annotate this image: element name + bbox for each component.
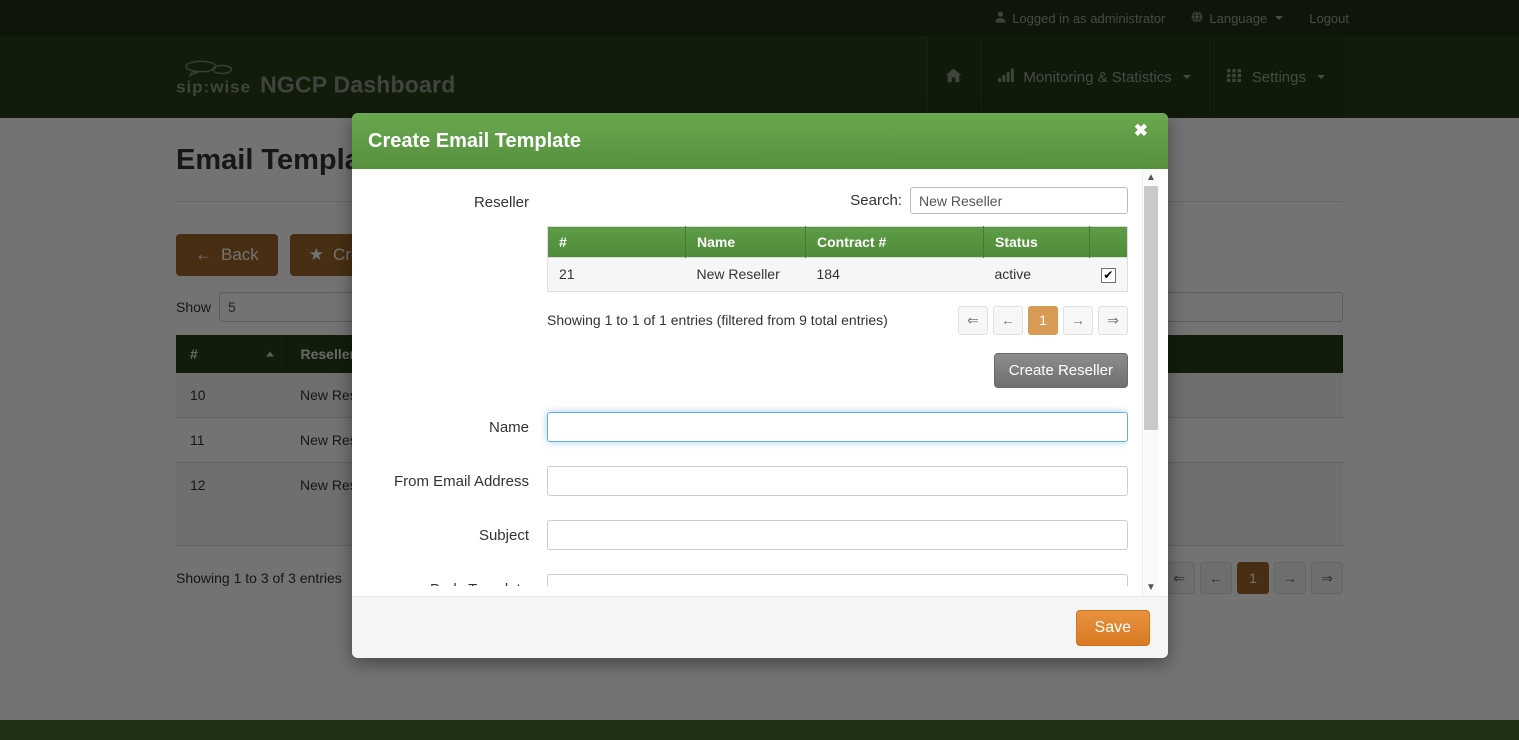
reseller-cell-name: New Reseller <box>686 258 806 292</box>
modal-body: Reseller Search: # Name Contract <box>352 169 1168 596</box>
scroll-down-icon[interactable]: ▼ <box>1143 579 1159 596</box>
subject-field-wrap <box>547 520 1128 550</box>
reseller-column-contract[interactable]: Contract # <box>806 227 984 258</box>
reseller-pagination-next[interactable]: → <box>1063 306 1093 335</box>
body-template-textarea[interactable] <box>547 574 1128 587</box>
reseller-column-name[interactable]: Name <box>686 227 806 258</box>
reseller-label: Reseller <box>352 187 547 211</box>
body-template-field-row: Body Template <box>352 574 1128 587</box>
modal-scroll-viewport: Reseller Search: # Name Contract <box>352 187 1128 586</box>
modal-header: Create Email Template ✖ <box>352 113 1168 169</box>
reseller-column-select <box>1090 227 1128 258</box>
subject-label: Subject <box>352 520 547 544</box>
scroll-up-icon[interactable]: ▲ <box>1143 169 1159 186</box>
reseller-search-input[interactable] <box>910 187 1128 214</box>
reseller-cell-select: ✔ <box>1090 258 1128 292</box>
page-root: Logged in as administrator Language Logo… <box>0 0 1519 740</box>
create-email-template-modal: Create Email Template ✖ Reseller Search: <box>352 113 1168 658</box>
body-template-label: Body Template <box>352 574 547 587</box>
reseller-table-header-row: # Name Contract # Status <box>548 227 1128 258</box>
create-reseller-button[interactable]: Create Reseller <box>994 353 1128 388</box>
reseller-picker: Search: # Name Contract # Status <box>547 187 1128 388</box>
name-field-row: Name <box>352 412 1128 442</box>
name-field-wrap <box>547 412 1128 442</box>
close-icon[interactable]: ✖ <box>1128 121 1154 140</box>
reseller-select-checkbox[interactable]: ✔ <box>1101 268 1116 283</box>
footer-bar <box>0 720 1519 740</box>
modal-scrollbar-thumb[interactable] <box>1144 186 1158 430</box>
reseller-table-footer: Showing 1 to 1 of 1 entries (filtered fr… <box>547 306 1128 335</box>
reseller-column-status[interactable]: Status <box>984 227 1090 258</box>
reseller-table-row[interactable]: 21 New Reseller 184 active ✔ <box>548 258 1128 292</box>
reseller-field-row: Reseller Search: # Name Contract <box>352 187 1128 388</box>
subject-field-row: Subject <box>352 520 1128 550</box>
reseller-pagination-first[interactable]: ⇐ <box>958 306 988 335</box>
reseller-pagination: ⇐ ← 1 → ⇒ <box>958 306 1128 335</box>
reseller-pagination-previous[interactable]: ← <box>993 306 1023 335</box>
reseller-column-contract-label: Contract # <box>817 234 886 250</box>
from-email-field-row: From Email Address <box>352 466 1128 496</box>
name-input[interactable] <box>547 412 1128 442</box>
reseller-table: # Name Contract # Status 21 <box>547 226 1128 292</box>
reseller-pagination-page-1[interactable]: 1 <box>1028 306 1058 335</box>
save-button[interactable]: Save <box>1076 610 1150 646</box>
modal-scrollbar-track[interactable] <box>1143 186 1159 579</box>
from-email-label: From Email Address <box>352 466 547 490</box>
modal-title: Create Email Template <box>368 130 581 153</box>
modal-scrollbar[interactable]: ▲ ▼ <box>1142 169 1159 596</box>
reseller-column-name-label: Name <box>697 234 735 250</box>
modal-footer: Save <box>352 596 1168 658</box>
from-email-input[interactable] <box>547 466 1128 496</box>
body-template-field-wrap <box>547 574 1128 587</box>
reseller-cell-contract: 184 <box>806 258 984 292</box>
reseller-search-label: Search: <box>850 192 902 209</box>
reseller-search-control: Search: <box>547 187 1128 214</box>
reseller-actions: Create Reseller <box>547 335 1128 388</box>
reseller-cell-status: active <box>984 258 1090 292</box>
subject-input[interactable] <box>547 520 1128 550</box>
reseller-column-id-label: # <box>559 234 567 250</box>
reseller-cell-id: 21 <box>548 258 686 292</box>
reseller-column-status-label: Status <box>995 234 1038 250</box>
reseller-pagination-last[interactable]: ⇒ <box>1098 306 1128 335</box>
name-label: Name <box>352 412 547 436</box>
reseller-table-info: Showing 1 to 1 of 1 entries (filtered fr… <box>547 306 888 328</box>
from-email-field-wrap <box>547 466 1128 496</box>
reseller-column-id[interactable]: # <box>548 227 686 258</box>
